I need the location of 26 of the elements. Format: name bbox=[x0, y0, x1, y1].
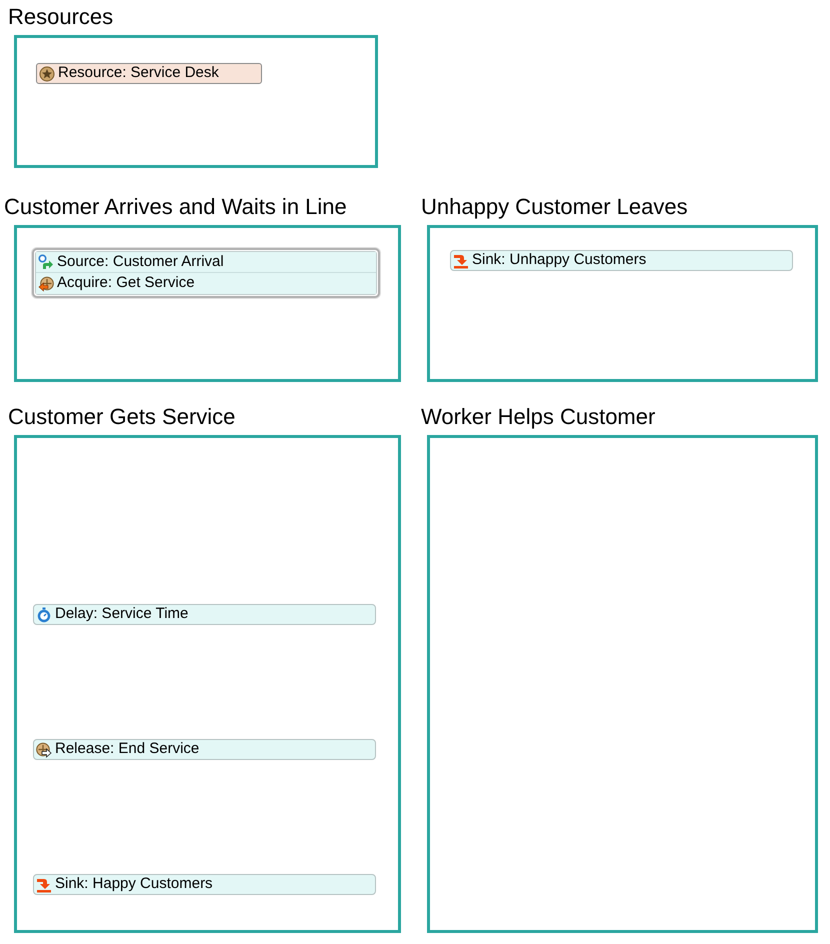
block[interactable]: Release: End Service bbox=[33, 739, 376, 760]
lane-title: Customer Arrives and Waits in Line bbox=[4, 193, 348, 221]
block-label: Sink: Unhappy Customers bbox=[472, 250, 646, 270]
acquire-icon bbox=[38, 276, 54, 292]
block[interactable]: Sink: Happy Customers bbox=[33, 874, 376, 895]
block[interactable]: Resource: Service Desk bbox=[36, 63, 262, 84]
block-label: Acquire: Get Service bbox=[57, 273, 195, 294]
block[interactable]: Sink: Unhappy Customers bbox=[450, 250, 793, 271]
sink-arrow-icon bbox=[453, 252, 469, 268]
source-arrow-icon bbox=[38, 254, 54, 270]
stopwatch-icon bbox=[36, 606, 52, 622]
block-label: Release: End Service bbox=[55, 739, 200, 760]
lane-title: Customer Gets Service bbox=[8, 403, 236, 431]
lane-title: Unhappy Customer Leaves bbox=[421, 193, 689, 221]
block-label: Source: Customer Arrival bbox=[57, 252, 224, 272]
sink-arrow-icon bbox=[36, 876, 52, 892]
lane-title: Resources bbox=[8, 3, 114, 31]
block[interactable]: Delay: Service Time bbox=[33, 604, 376, 625]
block[interactable]: Source: Customer Arrival bbox=[36, 252, 376, 273]
release-icon bbox=[36, 742, 52, 758]
block-label: Resource: Service Desk bbox=[58, 63, 219, 84]
block-label: Sink: Happy Customers bbox=[55, 874, 213, 894]
block-group[interactable]: Source: Customer Arrival Acquire: Get Service bbox=[32, 248, 380, 298]
block[interactable]: Acquire: Get Service bbox=[36, 273, 376, 294]
block-label: Delay: Service Time bbox=[55, 604, 188, 624]
lane-title: Worker Helps Customer bbox=[421, 403, 656, 431]
